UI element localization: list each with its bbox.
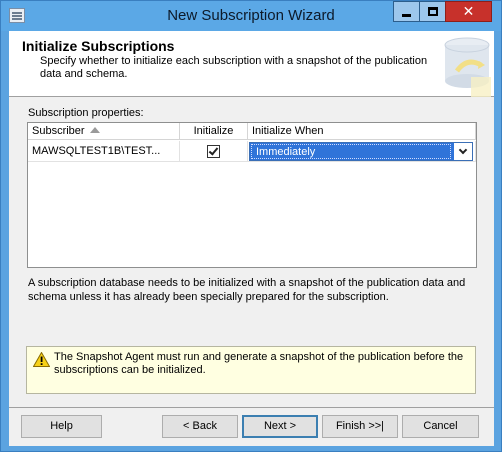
minimize-button[interactable] [393, 1, 420, 22]
warning-text: The Snapshot Agent must run and generate… [54, 351, 464, 376]
page-description: Specify whether to initialize each subsc… [40, 55, 428, 80]
wizard-window: New Subscription Wizard ✕ Initialize Sub… [0, 0, 502, 452]
initialize-cell [180, 141, 248, 162]
info-text: A subscription database needs to be init… [28, 277, 466, 303]
footer-divider [9, 407, 494, 408]
cancel-button[interactable]: Cancel [402, 415, 479, 438]
sort-ascending-icon [90, 127, 100, 133]
grid-header: Subscriber Initialize Initialize When [28, 123, 476, 140]
finish-button[interactable]: Finish >>| [322, 415, 398, 438]
back-button[interactable]: < Back [162, 415, 238, 438]
initialize-when-cell: Immediately [248, 141, 476, 162]
chevron-down-icon [458, 145, 468, 154]
warning-panel: The Snapshot Agent must run and generate… [26, 346, 476, 394]
column-header-subscriber[interactable]: Subscriber [28, 123, 180, 140]
subscription-properties-label: Subscription properties: [28, 107, 144, 119]
subscription-grid: Subscriber Initialize Initialize When MA… [27, 122, 477, 268]
checkmark-icon [208, 144, 219, 156]
maximize-icon [427, 7, 438, 16]
database-graphic-icon [444, 37, 491, 97]
maximize-button[interactable] [419, 1, 446, 22]
column-header-subscriber-label: Subscriber [32, 125, 85, 137]
close-button[interactable]: ✕ [445, 1, 492, 22]
column-header-initialize-when[interactable]: Initialize When [248, 123, 476, 140]
wizard-header: Initialize Subscriptions Specify whether… [9, 31, 494, 97]
initialize-when-value: Immediately [251, 144, 451, 159]
initialize-when-dropdown[interactable]: Immediately [249, 142, 473, 161]
minimize-icon [402, 14, 411, 17]
table-row[interactable]: MAWSQLTEST1B\TEST... Immediately [28, 141, 476, 162]
help-button[interactable]: Help [21, 415, 102, 438]
wizard-body: Initialize Subscriptions Specify whether… [9, 31, 494, 446]
title-bar[interactable]: New Subscription Wizard ✕ [1, 1, 501, 31]
close-icon: ✕ [462, 3, 475, 20]
warning-icon [33, 352, 50, 367]
dropdown-arrow[interactable] [454, 143, 472, 160]
page-title: Initialize Subscriptions [22, 38, 175, 54]
column-header-initialize[interactable]: Initialize [180, 123, 248, 140]
initialize-checkbox[interactable] [207, 144, 220, 158]
subscriber-cell[interactable]: MAWSQLTEST1B\TEST... [28, 141, 180, 162]
next-button[interactable]: Next > [242, 415, 318, 438]
